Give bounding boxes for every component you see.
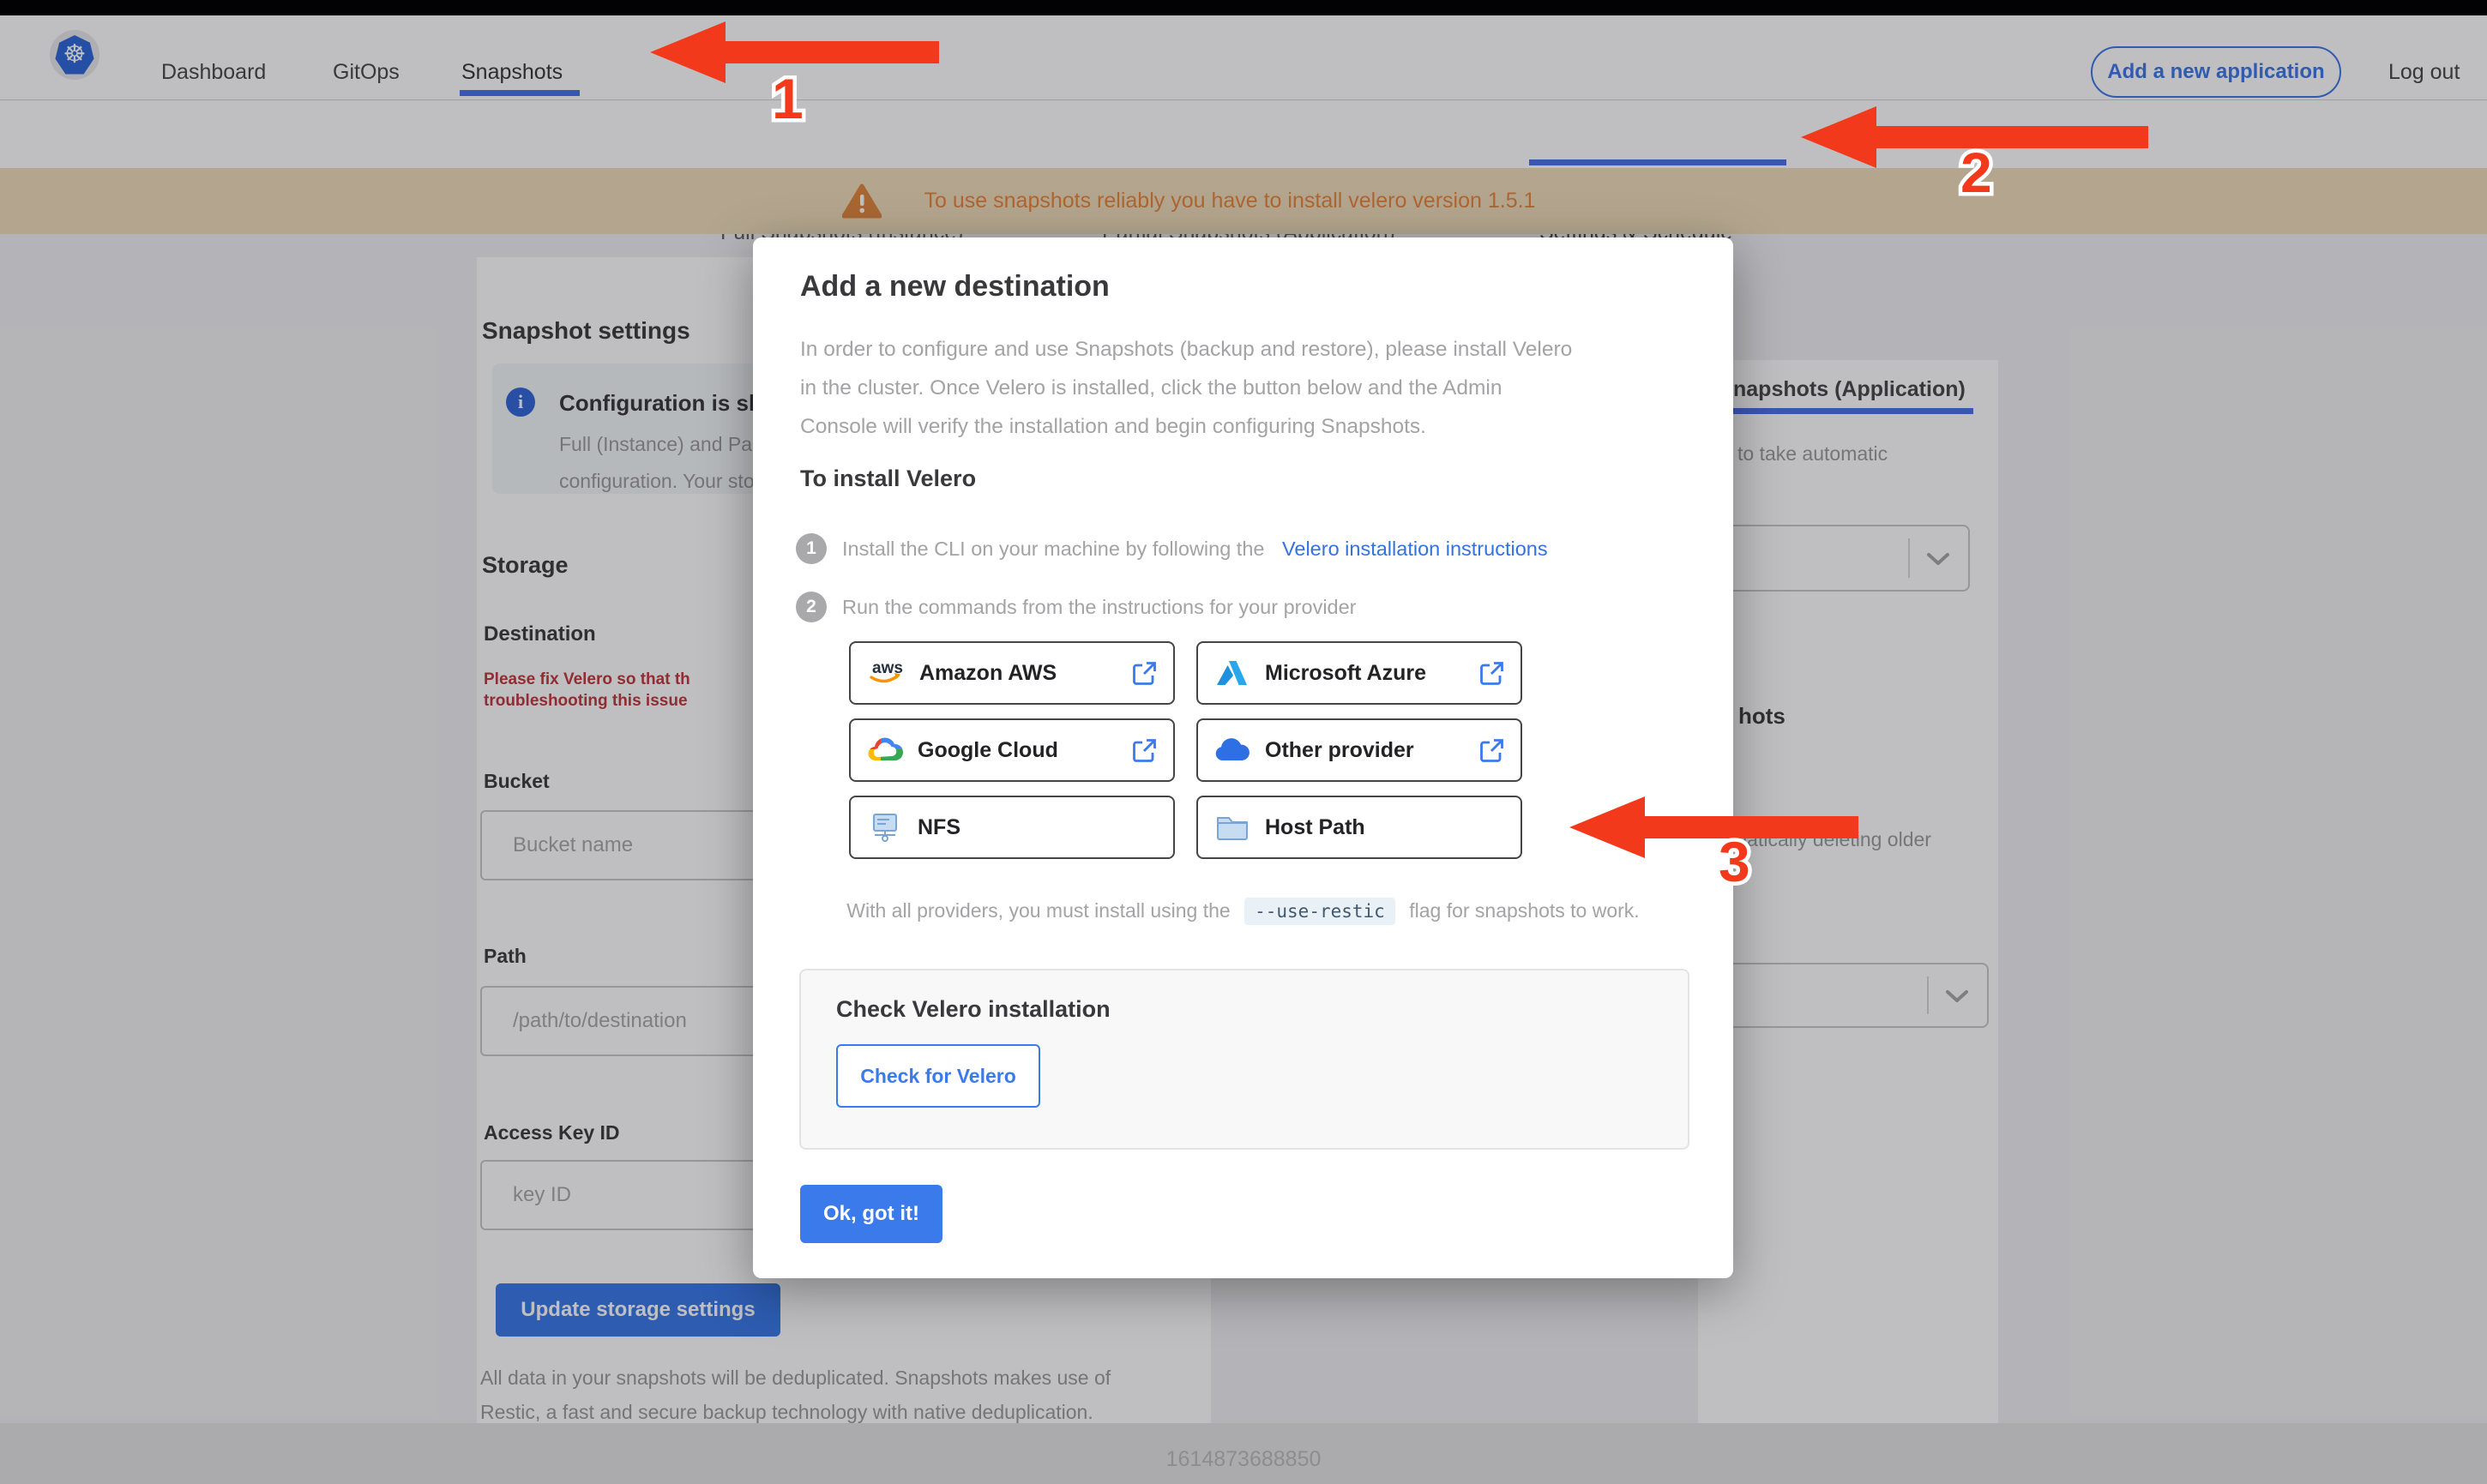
folder-icon xyxy=(1217,817,1248,840)
step-1-text: Install the CLI on your machine by follo… xyxy=(842,538,1548,561)
annotation-number-1: 11 xyxy=(768,67,808,131)
annotation-number-3: 33 xyxy=(1715,830,1755,894)
external-link-icon xyxy=(1480,738,1503,762)
step-2-badge: 2 xyxy=(796,592,827,622)
provider-label: Amazon AWS xyxy=(919,660,1057,685)
modal-title: Add a new destination xyxy=(800,270,1110,303)
provider-button-amazon-aws[interactable]: aws Amazon AWS xyxy=(849,641,1175,705)
restic-note-before: With all providers, you must install usi… xyxy=(846,899,1231,922)
step-1-badge: 1 xyxy=(796,533,827,564)
use-restic-flag-code: --use-restic xyxy=(1244,898,1395,925)
provider-button-other[interactable]: Other provider xyxy=(1196,718,1522,782)
step-1-instruction: Install the CLI on your machine by follo… xyxy=(842,538,1265,560)
modal-description: In order to configure and use Snapshots … xyxy=(800,338,1573,438)
ok-got-it-button[interactable]: Ok, got it! xyxy=(800,1185,942,1243)
check-velero-box: Check Velero installation Check for Vele… xyxy=(799,969,1689,1150)
cloud-icon xyxy=(1215,738,1250,761)
check-velero-heading: Check Velero installation xyxy=(836,996,1111,1022)
annotation-arrow-3 xyxy=(1569,796,1858,858)
external-link-icon xyxy=(1480,661,1503,685)
external-link-icon xyxy=(1133,661,1156,685)
add-destination-modal: Add a new destination In order to config… xyxy=(753,237,1733,1278)
provider-button-microsoft-azure[interactable]: Microsoft Azure xyxy=(1196,641,1522,705)
aws-logo-icon: aws xyxy=(870,659,903,683)
provider-label: Other provider xyxy=(1265,737,1414,762)
external-link-icon xyxy=(1133,738,1156,762)
google-cloud-logo-icon xyxy=(868,737,904,761)
install-velero-heading: To install Velero xyxy=(800,466,977,491)
provider-label: Host Path xyxy=(1265,814,1365,839)
restic-note: With all providers, you must install usi… xyxy=(753,898,1733,925)
restic-note-after: flag for snapshots to work. xyxy=(1409,899,1640,922)
velero-install-instructions-link[interactable]: Velero installation instructions xyxy=(1282,538,1548,560)
provider-label: NFS xyxy=(918,814,960,839)
step-2-text: Run the commands from the instructions f… xyxy=(842,596,1357,618)
provider-label: Google Cloud xyxy=(918,737,1058,762)
check-for-velero-button[interactable]: Check for Velero xyxy=(836,1044,1040,1108)
provider-label: Microsoft Azure xyxy=(1265,660,1426,685)
nfs-drive-icon xyxy=(873,814,897,842)
provider-button-google-cloud[interactable]: Google Cloud xyxy=(849,718,1175,782)
provider-button-nfs[interactable]: NFS xyxy=(849,796,1175,859)
annotation-number-2: 22 xyxy=(1957,141,1996,205)
azure-logo-icon xyxy=(1217,661,1247,685)
provider-button-host-path[interactable]: Host Path xyxy=(1196,796,1522,859)
admin-console-screen: ☸ Dashboard GitOps Snapshots Add a new a… xyxy=(0,0,2487,1484)
